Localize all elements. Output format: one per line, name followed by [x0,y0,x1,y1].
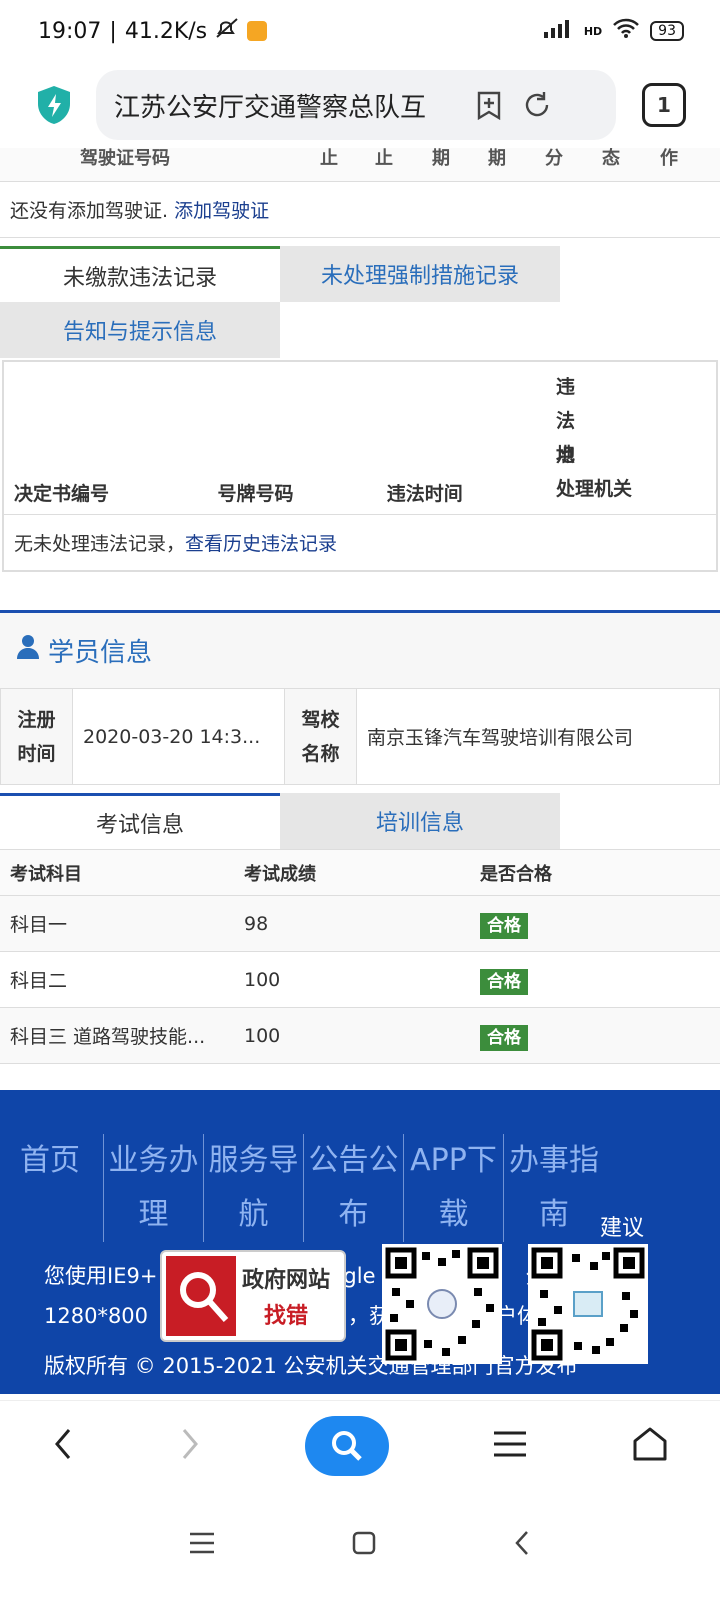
search-button[interactable] [304,1415,389,1476]
table-row: 科目二 100 合格 [0,951,720,1008]
browser-bottom-bar [0,1400,720,1490]
tab-training-info[interactable]: 培训信息 [280,793,560,849]
shield-icon[interactable] [34,84,74,126]
browser-toolbar: 江苏公安厅交通警察总队互 1 [0,62,720,148]
student-section-header: 学员信息 [0,610,720,688]
status-badge: 合格 [480,969,528,995]
violation-tabs: 未缴款违法记录 未处理强制措施记录 告知与提示信息 [0,246,560,358]
signal-icon [543,18,574,44]
reg-time-value: 2020-03-20 14:3... [72,688,285,785]
license-table-header: 驾驶证号码 止 止 期 期 分 态 作 [0,148,720,182]
col-decision-no: 决定书编号 [14,483,110,505]
add-license-link[interactable]: 添加驾驶证 [174,196,269,223]
footer-link-announcements[interactable]: 公告公布 [304,1134,404,1242]
user-icon [16,634,40,667]
magnifier-icon [166,1256,236,1336]
mute-icon [215,17,239,45]
exam-table: 考试科目 考试成绩 是否合格 科目一 98 合格 科目二 100 合格 科目三 … [0,849,720,1064]
app-qr-code [382,1244,502,1364]
address-bar[interactable]: 江苏公安厅交通警察总队互 [96,70,616,140]
tab-count-button[interactable]: 1 [642,83,686,127]
footer-link-app-download[interactable]: APP下载 [404,1134,504,1242]
school-name-value: 南京玉锋汽车驾驶培训有限公司 [356,688,720,785]
footer-link-business[interactable]: 业务办理 [104,1134,204,1242]
wechat-qr-code [528,1244,648,1364]
footer-nav: 首页 业务办理 服务导航 公告公布 APP下载 办事指南 [20,1134,604,1242]
col-exam-pass: 是否合格 [470,849,720,896]
student-section-title: 学员信息 [48,638,153,668]
tab-notices[interactable]: 告知与提示信息 [0,302,280,358]
notification-app-icon [247,21,268,41]
hd-signal-icon: HD [583,24,603,38]
home-icon[interactable] [631,1425,669,1467]
suggest-label: 建议 [600,1216,645,1241]
footer-link-home[interactable]: 首页 [20,1134,104,1242]
url-title[interactable]: 江苏公安厅交通警察总队互 [114,87,459,124]
system-nav-bar [0,1490,720,1600]
bookmark-add-icon[interactable] [471,87,507,123]
license-empty-row: 还没有添加驾驶证. 添加驾驶证 [0,182,720,238]
history-violations-link[interactable]: 查看历史违法记录 [185,533,337,555]
clock: 19:07 [38,18,102,44]
forward-icon[interactable] [178,1426,202,1466]
recent-apps-icon[interactable] [188,1531,216,1559]
site-footer: 首页 业务办理 服务导航 公告公布 APP下载 办事指南 建议 您使用IE9+ g… [0,1090,720,1394]
wifi-icon [612,17,640,45]
gov-site-error-report-badge[interactable]: 政府网站 找错 [160,1250,346,1342]
tab-unpaid-violations[interactable]: 未缴款违法记录 [0,246,280,302]
back-icon[interactable] [51,1426,75,1466]
col-exam-subject: 考试科目 [0,849,234,896]
table-row: 科目一 98 合格 [0,895,720,952]
col-location-authority: 违 法 地 点 处理机关 [555,376,632,500]
status-badge: 合格 [480,1025,528,1051]
tab-enforcement-records[interactable]: 未处理强制措施记录 [280,246,560,302]
status-bar: 19:07 | 41.2K/s HD 93 [0,0,720,62]
battery-icon: 93 [650,21,684,41]
refresh-icon[interactable] [519,87,555,123]
menu-icon[interactable] [492,1429,528,1463]
col-exam-score: 考试成绩 [234,849,470,896]
system-back-icon[interactable] [512,1529,532,1561]
violation-table: 决定书编号 号牌号码 违法时间 违 法 地 点 处理机关 无未处理违法记录，查看… [2,360,718,572]
page-content: 驾驶证号码 止 止 期 期 分 态 作 还没有添加驾驶证. 添加驾驶证 未缴款违… [0,148,720,1428]
footer-link-service-guide[interactable]: 服务导航 [204,1134,304,1242]
system-home-icon[interactable] [351,1530,377,1560]
search-icon [331,1430,362,1461]
status-badge: 合格 [480,913,528,939]
col-plate-no: 号牌号码 [217,483,294,505]
school-label: 驾校 名称 [284,688,357,785]
exam-tabs: 考试信息 培训信息 [0,793,560,849]
network-speed: 41.2K/s [124,18,208,44]
student-info-table: 注册 时间 2020-03-20 14:3... 驾校 名称 南京玉锋汽车驾驶培训有… [0,688,720,785]
tab-exam-info[interactable]: 考试信息 [0,793,280,849]
reg-time-label: 注册 时间 [0,688,73,785]
footer-link-guide[interactable]: 办事指南 [504,1134,604,1242]
table-row: 科目三 道路驾驶技能... 100 合格 [0,1007,720,1064]
col-violation-time: 违法时间 [386,483,463,505]
violation-empty-row: 无未处理违法记录，查看历史违法记录 [3,514,717,571]
